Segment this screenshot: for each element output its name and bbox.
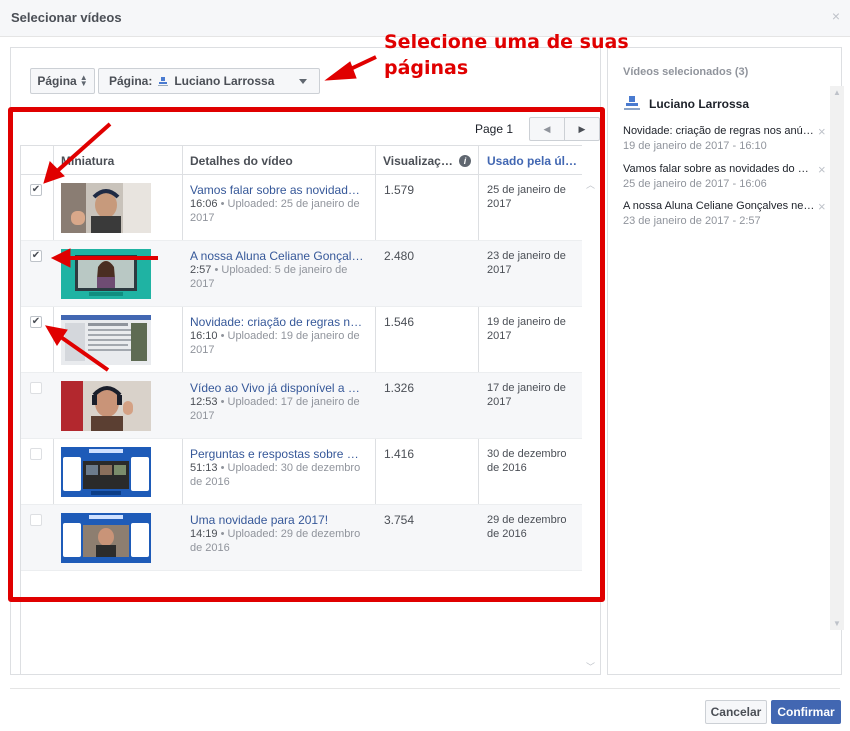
- selected-page-name: Luciano Larrossa: [649, 97, 750, 111]
- video-thumbnail[interactable]: [61, 447, 151, 497]
- row-checkbox[interactable]: [30, 448, 42, 460]
- pager-label: Page 1: [475, 122, 514, 136]
- prev-page-button[interactable]: ◀: [530, 118, 564, 140]
- video-last-used: 17 de janeiro de 2017: [487, 382, 566, 408]
- page-select-value: Luciano Larrossa: [174, 74, 275, 88]
- video-duration: 16:10: [190, 330, 218, 342]
- row-checkbox[interactable]: [30, 514, 42, 526]
- row-checkbox[interactable]: ✔: [30, 184, 42, 196]
- video-last-used: 30 de dezembro de 2016: [487, 448, 567, 474]
- table-row[interactable]: ✔ A nossa Aluna Celiane Gonçalves nesta …: [21, 241, 582, 307]
- video-views: 1.579: [384, 183, 415, 197]
- pager: ◀ ▶: [529, 117, 600, 141]
- cancel-button[interactable]: Cancelar: [705, 700, 767, 724]
- table-header: Miniatura Detalhes do vídeo Visualizaç… …: [21, 145, 582, 175]
- video-thumbnail[interactable]: [61, 183, 151, 233]
- video-last-used: 23 de janeiro de 2017: [487, 250, 566, 276]
- selected-video-date: 25 de janeiro de 2017 - 16:06: [623, 178, 767, 190]
- column-header-details: Detalhes do vídeo: [190, 154, 293, 168]
- table-row[interactable]: Perguntas e respostas sobre Facebook 51:…: [21, 439, 582, 505]
- sort-arrows-icon: ▲ ▼: [79, 73, 88, 88]
- video-meta: 51:13 • Uploaded: 30 de dezembro de 2016: [190, 461, 370, 489]
- video-views: 1.546: [384, 315, 415, 329]
- selected-video-title: A nossa Aluna Celiane Gonçalves nesta: [623, 200, 815, 212]
- video-meta: 16:06 • Uploaded: 25 de janeiro de 2017: [190, 197, 370, 225]
- video-thumbnail[interactable]: [61, 381, 151, 431]
- remove-selected-icon[interactable]: ×: [818, 124, 826, 139]
- annotation-callout: Selecione uma de suas páginas: [384, 29, 629, 81]
- scroll-up-icon[interactable]: ▲: [833, 88, 841, 97]
- selected-video-item: Vamos falar sobre as novidades do Facebo…: [623, 162, 823, 192]
- table-row[interactable]: Uma novidade para 2017! 14:19 • Uploaded…: [21, 505, 582, 571]
- page-logo-icon: [623, 96, 641, 112]
- video-views: 3.754: [384, 513, 415, 527]
- video-meta: 2:57 • Uploaded: 5 de janeiro de 2017: [190, 263, 370, 291]
- scroll-down-icon[interactable]: ﹀: [586, 660, 595, 673]
- selected-page-header: Luciano Larrossa: [623, 96, 749, 112]
- video-views: 2.480: [384, 249, 415, 263]
- column-header-views[interactable]: Visualizaç…: [383, 154, 455, 168]
- video-thumbnail[interactable]: [61, 249, 151, 299]
- remove-selected-icon[interactable]: ×: [818, 162, 826, 177]
- selected-video-title: Vamos falar sobre as novidades do Facebo…: [623, 163, 815, 175]
- video-views: 1.326: [384, 381, 415, 395]
- footer-divider: [10, 688, 840, 689]
- scroll-down-icon[interactable]: ▼: [833, 619, 841, 628]
- video-meta: 14:19 • Uploaded: 29 de dezembro de 2016: [190, 527, 370, 555]
- selected-video-date: 23 de janeiro de 2017 - 2:57: [623, 215, 761, 227]
- video-meta: 16:10 • Uploaded: 19 de janeiro de 2017: [190, 329, 370, 357]
- confirm-button[interactable]: Confirmar: [771, 700, 841, 724]
- scroll-up-icon[interactable]: ︿: [586, 178, 595, 191]
- selected-video-item: Novidade: criação de regras nos anúncios…: [623, 124, 823, 154]
- page-sort-button[interactable]: Página ▲ ▼: [30, 68, 95, 94]
- next-page-button[interactable]: ▶: [564, 118, 599, 140]
- remove-selected-icon[interactable]: ×: [818, 199, 826, 214]
- page-avatar-icon: [158, 76, 169, 86]
- video-meta: 12:53 • Uploaded: 17 de janeiro de 2017: [190, 395, 370, 423]
- video-title-link[interactable]: Novidade: criação de regras nos anúncios: [190, 315, 366, 329]
- column-header-last-used[interactable]: Usado pela úl…: [487, 154, 577, 168]
- row-checkbox[interactable]: ✔: [30, 316, 42, 328]
- video-duration: 12:53: [190, 396, 218, 408]
- annotation-line-1: Selecione uma de suas: [384, 31, 629, 53]
- video-duration: 16:06: [190, 198, 218, 210]
- video-last-used: 25 de janeiro de 2017: [487, 184, 566, 210]
- video-thumbnail[interactable]: [61, 315, 151, 365]
- video-last-used: 19 de janeiro de 2017: [487, 316, 566, 342]
- video-title-link[interactable]: Vamos falar sobre as novidades do Facebo…: [190, 183, 366, 197]
- page-select-label: Página:: [109, 74, 153, 88]
- video-title-link[interactable]: Uma novidade para 2017!: [190, 513, 366, 527]
- annotation-line-2: páginas: [384, 57, 469, 79]
- video-uploaded: • Uploaded: 5 de janeiro de 2017: [190, 264, 348, 290]
- video-thumbnail[interactable]: [61, 513, 151, 563]
- video-views: 1.416: [384, 447, 415, 461]
- dialog-title: Selecionar vídeos: [11, 10, 122, 25]
- row-checkbox[interactable]: [30, 382, 42, 394]
- row-checkbox[interactable]: ✔: [30, 250, 42, 262]
- right-panel-scrollbar[interactable]: ▲ ▼: [830, 86, 844, 630]
- selected-videos-title: Vídeos selecionados (3): [623, 66, 749, 78]
- info-icon[interactable]: i: [459, 155, 471, 167]
- video-duration: 51:13: [190, 462, 218, 474]
- table-row[interactable]: ✔ Novidade: criação de regras nos anúnci…: [21, 307, 582, 373]
- column-header-thumbnail: Miniatura: [61, 154, 115, 168]
- video-duration: 2:57: [190, 264, 212, 276]
- selected-video-date: 19 de janeiro de 2017 - 16:10: [623, 140, 767, 152]
- table-row[interactable]: Vídeo ao Vivo já disponível a partir do …: [21, 373, 582, 439]
- close-icon[interactable]: ×: [832, 8, 840, 24]
- chevron-down-icon: [299, 79, 307, 84]
- selected-video-item: A nossa Aluna Celiane Gonçalves nesta 23…: [623, 199, 823, 229]
- video-title-link[interactable]: Vídeo ao Vivo já disponível a partir do: [190, 381, 366, 395]
- video-title-link[interactable]: Perguntas e respostas sobre Facebook: [190, 447, 366, 461]
- video-duration: 14:19: [190, 528, 218, 540]
- selected-video-title: Novidade: criação de regras nos anúncios: [623, 125, 815, 137]
- table-row[interactable]: ✔ Vamos falar sobre as novidades do Face…: [21, 175, 582, 241]
- page-select-dropdown[interactable]: Página: Luciano Larrossa: [98, 68, 320, 94]
- video-last-used: 29 de dezembro de 2016: [487, 514, 567, 540]
- video-table: Miniatura Detalhes do vídeo Visualizaç… …: [20, 145, 582, 675]
- page-sort-label: Página: [37, 74, 77, 88]
- video-title-link[interactable]: A nossa Aluna Celiane Gonçalves nesta: [190, 249, 366, 263]
